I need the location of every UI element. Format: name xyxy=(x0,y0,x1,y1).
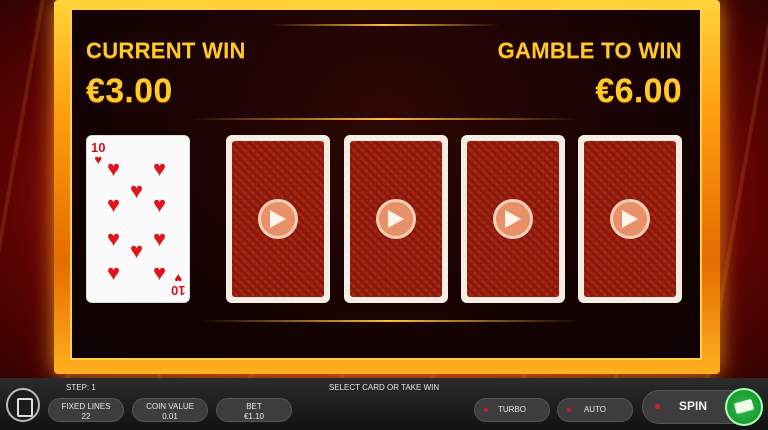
fixed-lines-value: 22 xyxy=(81,412,91,421)
turbo-indicator-icon xyxy=(484,408,488,412)
collect-cash-icon[interactable] xyxy=(725,388,763,426)
lower-glow-line xyxy=(200,320,580,322)
card-corner-top: 10 ♥ xyxy=(91,141,105,167)
auto-indicator-icon xyxy=(567,408,571,412)
paytable-icon[interactable] xyxy=(6,388,40,422)
heart-pip-icon: ♥ xyxy=(153,226,167,251)
face-down-card-3[interactable] xyxy=(461,135,565,303)
top-glow-line xyxy=(270,24,500,26)
current-win-label: CURRENT WIN xyxy=(86,38,246,63)
gamble-to-win-label: GAMBLE TO WIN xyxy=(497,38,682,63)
heart-pip-icon: ♥ xyxy=(130,178,144,203)
card-suit-bottom: ♥ xyxy=(173,271,182,286)
card-suit: ♥ xyxy=(94,152,103,167)
auto-button[interactable]: AUTO xyxy=(557,398,633,422)
bet-value: €1.10 xyxy=(243,412,265,421)
card-logo-icon xyxy=(493,199,533,239)
coin-value-value: 0.01 xyxy=(162,412,178,421)
spin-label: SPIN xyxy=(679,399,708,413)
dealer-card: 10 ♥ 10 ♥ ♥ ♥ ♥ ♥ ♥ ♥ ♥ ♥ ♥ ♥ xyxy=(86,135,190,303)
heart-pip-icon: ♥ xyxy=(130,238,144,263)
coin-value-label: COIN VALUE xyxy=(146,402,194,411)
face-down-card-1[interactable] xyxy=(226,135,330,303)
heart-pip-icon: ♥ xyxy=(107,226,121,251)
gamble-to-win-value: €6.00 xyxy=(595,72,682,110)
coin-value-selector[interactable]: COIN VALUE 0.01 xyxy=(132,398,208,422)
heart-pip-icon: ♥ xyxy=(153,260,167,285)
spin-indicator-icon xyxy=(655,404,660,409)
bet-label: BET xyxy=(246,402,262,411)
heart-pip-icon: ♥ xyxy=(107,192,121,217)
current-win-value: €3.00 xyxy=(86,72,173,110)
fixed-lines-display: FIXED LINES 22 xyxy=(48,398,124,422)
upper-glow-line xyxy=(190,118,580,120)
heart-pip-icon: ♥ xyxy=(107,260,121,285)
face-down-card-4[interactable] xyxy=(578,135,682,303)
heart-pip-icon: ♥ xyxy=(107,156,121,181)
turbo-button[interactable]: TURBO xyxy=(474,398,550,422)
card-logo-icon xyxy=(258,199,298,239)
heart-pip-icon: ♥ xyxy=(153,192,167,217)
turbo-label: TURBO xyxy=(498,405,526,414)
auto-label: AUTO xyxy=(583,405,607,414)
face-down-card-2[interactable] xyxy=(344,135,448,303)
card-logo-icon xyxy=(376,199,416,239)
heart-pip-icon: ♥ xyxy=(153,156,167,181)
card-corner-bottom: 10 ♥ xyxy=(171,271,185,298)
fixed-lines-label: FIXED LINES xyxy=(61,402,111,411)
card-logo-icon xyxy=(610,199,650,239)
bet-selector[interactable]: BET €1.10 xyxy=(216,398,292,422)
